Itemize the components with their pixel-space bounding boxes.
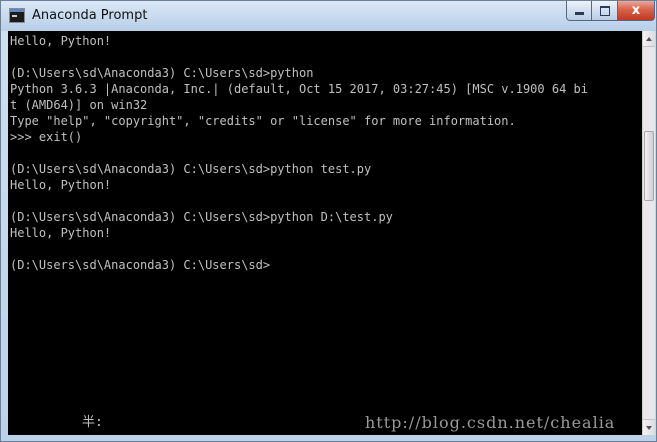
title-bar[interactable]: Anaconda Prompt x	[1, 1, 656, 31]
watermark-text: http://blog.csdn.net/chealia	[365, 413, 616, 432]
scroll-up-arrow-icon[interactable]	[643, 31, 655, 47]
close-button[interactable]: x	[618, 1, 655, 21]
console-line: Hello, Python!	[10, 226, 112, 240]
console-line: Hello, Python!	[10, 34, 112, 48]
minimize-button[interactable]	[566, 1, 592, 21]
window-frame-right	[655, 31, 656, 435]
console-line: >>> exit()	[10, 130, 83, 144]
scroll-down-arrow-icon[interactable]	[643, 419, 655, 435]
close-icon: x	[631, 3, 641, 18]
vertical-scrollbar[interactable]	[642, 31, 655, 435]
scroll-thumb[interactable]	[644, 131, 654, 201]
console-line: t (AMD64)] on win32	[10, 98, 148, 112]
console-line: (D:\Users\sd\Anaconda3) C:\Users\sd>pyth…	[10, 162, 372, 176]
anaconda-prompt-window: Anaconda Prompt x Hello, Python! (D:\User…	[0, 0, 657, 442]
console-text: Hello, Python! (D:\Users\sd\Anaconda3) C:…	[10, 33, 588, 273]
maximize-icon	[599, 5, 610, 16]
ime-status-indicator: 半:	[82, 415, 103, 430]
console-line: Hello, Python!	[10, 178, 112, 192]
console-line: (D:\Users\sd\Anaconda3) C:\Users\sd>pyth…	[10, 66, 314, 80]
console-line: (D:\Users\sd\Anaconda3) C:\Users\sd>pyth…	[10, 210, 393, 224]
minimize-icon	[574, 12, 584, 15]
window-title: Anaconda Prompt	[32, 8, 148, 23]
console-output[interactable]: Hello, Python! (D:\Users\sd\Anaconda3) C:…	[8, 31, 642, 435]
maximize-button[interactable]	[592, 1, 618, 21]
console-line: Type "help", "copyright", "credits" or "…	[10, 114, 516, 128]
terminal-icon[interactable]	[9, 8, 25, 23]
console-line: Python 3.6.3 |Anaconda, Inc.| (default, …	[10, 82, 588, 96]
console-line: (D:\Users\sd\Anaconda3) C:\Users\sd>	[10, 258, 271, 272]
